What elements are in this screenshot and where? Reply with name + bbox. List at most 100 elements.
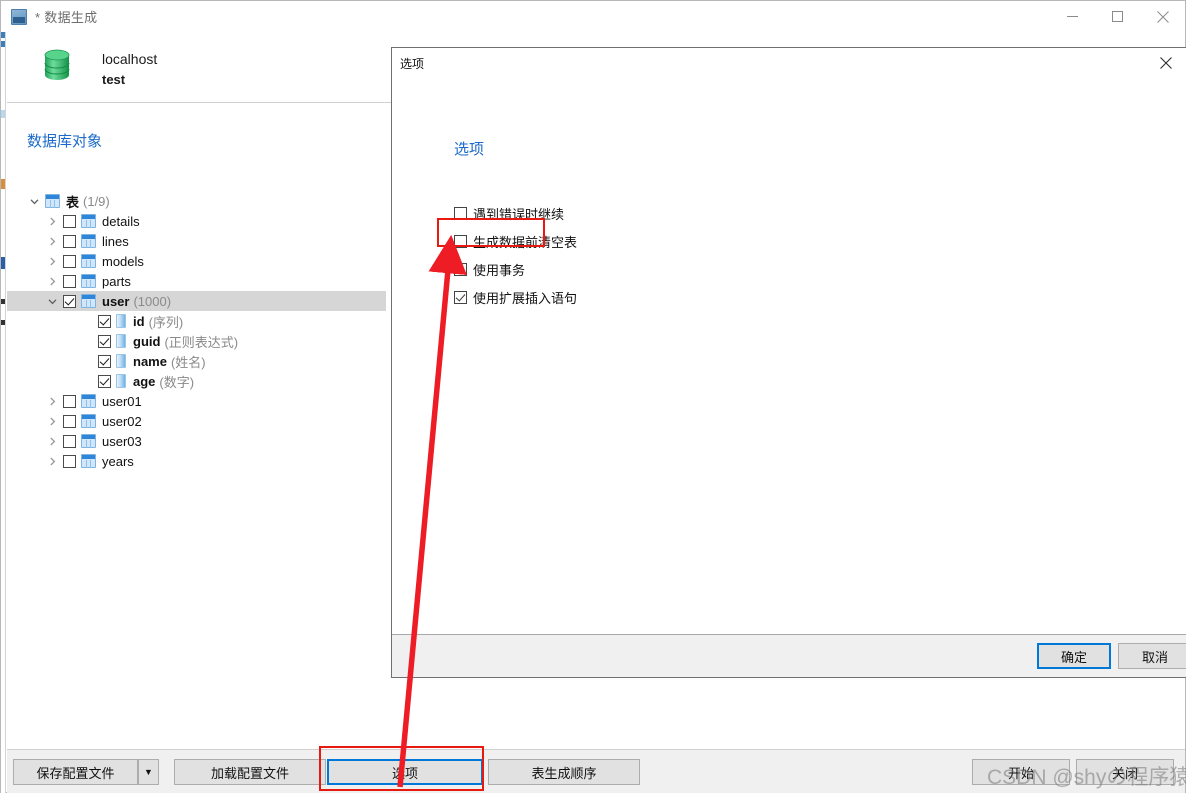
strip-marker-4 [1, 179, 5, 189]
load-profile-button[interactable]: 加载配置文件 [174, 759, 326, 785]
chevron-right-icon[interactable] [45, 214, 59, 228]
minimize-icon[interactable] [1050, 2, 1095, 32]
database-object-tree[interactable]: 表 (1/9) details lines models parts user (1000) i… [7, 191, 386, 471]
chevron-down-icon[interactable] [45, 294, 59, 308]
option-checkbox[interactable] [454, 234, 467, 248]
tree-item[interactable]: user (1000) [7, 291, 386, 311]
option-checkbox[interactable] [454, 290, 467, 304]
chevron-right-icon[interactable] [45, 254, 59, 268]
tree-item-checkbox[interactable] [63, 454, 76, 468]
table-order-button[interactable]: 表生成顺序 [488, 759, 640, 785]
chevron-right-icon[interactable] [45, 454, 59, 468]
chevron-right-icon[interactable] [45, 234, 59, 248]
tree-item[interactable]: name (姓名) [7, 351, 386, 371]
close-button[interactable]: 关闭 [1076, 759, 1174, 785]
bottom-toolbar: 保存配置文件 ▼ 加载配置文件 选项 表生成顺序 开始 关闭 [7, 749, 1185, 793]
options-button[interactable]: 选项 [327, 759, 483, 785]
tree-item-label: models [102, 253, 144, 269]
option-label: 遇到错误时继续 [473, 206, 565, 222]
tree-item[interactable]: user02 [7, 411, 386, 431]
save-profile-button[interactable]: 保存配置文件 [13, 759, 138, 785]
maximize-icon[interactable] [1095, 2, 1140, 32]
tree-item-label: details [102, 213, 140, 229]
option-row[interactable]: 生成数据前清空表 [454, 227, 577, 255]
options-dialog: 选项 选项 遇到错误时继续 生成数据前清空表 使用事务使用扩展插入语句 确定 取消 [391, 47, 1186, 678]
tree-item-meta: (姓名) [170, 354, 206, 370]
tree-item[interactable]: years [7, 451, 386, 471]
tree-item-checkbox[interactable] [63, 394, 76, 408]
column-icon [116, 374, 126, 388]
option-checkbox[interactable] [454, 206, 467, 220]
strip-marker-2 [1, 41, 5, 47]
table-icon [81, 274, 96, 288]
tree-item[interactable]: id (序列) [7, 311, 386, 331]
strip-marker-5 [1, 257, 5, 269]
tree-item-checkbox[interactable] [63, 414, 76, 428]
options-checkbox-list[interactable]: 遇到错误时继续 生成数据前清空表 使用事务使用扩展插入语句 [454, 199, 577, 311]
option-row[interactable]: 使用事务 [454, 255, 577, 283]
tree-item-label: years [102, 453, 134, 469]
tree-item-meta: (数字) [159, 374, 195, 390]
option-label: 使用事务 [473, 262, 526, 278]
tree-item-label: id [133, 313, 145, 329]
data-generation-window: * 数据生成 localhost test 数据库对象 表 (1/9) deta… [0, 0, 1186, 793]
option-row[interactable]: 遇到错误时继续 [454, 199, 577, 227]
tree-item-label: user [102, 293, 130, 309]
table-icon [81, 294, 96, 308]
tree-item[interactable]: age (数字) [7, 371, 386, 391]
tree-item-checkbox[interactable] [63, 254, 76, 268]
dialog-heading: 选项 [454, 141, 485, 158]
table-icon [81, 254, 96, 268]
chevron-right-icon[interactable] [45, 394, 59, 408]
close-icon[interactable] [1140, 2, 1185, 32]
tree-item[interactable]: details [7, 211, 386, 231]
tree-item-checkbox[interactable] [98, 374, 111, 388]
tree-item-label: user03 [102, 433, 142, 449]
tree-item-checkbox[interactable] [63, 234, 76, 248]
tree-item[interactable]: guid (正则表达式) [7, 331, 386, 351]
tree-item-label: user01 [102, 393, 142, 409]
table-group-icon [45, 194, 60, 208]
tree-item[interactable]: lines [7, 231, 386, 251]
dialog-titlebar: 选项 [392, 48, 1186, 79]
tree-item-checkbox[interactable] [98, 314, 111, 328]
start-button[interactable]: 开始 [972, 759, 1070, 785]
left-edge-strip [1, 32, 6, 793]
tree-item-meta: (1000) [133, 293, 172, 309]
connection-host: localhost [102, 51, 158, 67]
strip-marker-7 [1, 320, 5, 325]
tree-item-checkbox[interactable] [98, 354, 111, 368]
tree-item[interactable]: user01 [7, 391, 386, 411]
dialog-ok-button[interactable]: 确定 [1037, 643, 1111, 669]
tree-item[interactable]: 表 (1/9) [7, 191, 386, 211]
tree-item-checkbox[interactable] [63, 274, 76, 288]
tree-item-label: parts [102, 273, 131, 289]
option-label: 生成数据前清空表 [473, 234, 578, 250]
tree-item[interactable]: parts [7, 271, 386, 291]
chevron-right-icon[interactable] [45, 434, 59, 448]
column-icon [116, 354, 126, 368]
chevron-down-icon[interactable] [27, 194, 41, 208]
tree-item-checkbox[interactable] [63, 294, 76, 308]
table-icon [81, 454, 96, 468]
tree-item-meta: (正则表达式) [164, 334, 239, 350]
option-row[interactable]: 使用扩展插入语句 [454, 283, 577, 311]
chevron-right-icon[interactable] [45, 274, 59, 288]
tree-item-checkbox[interactable] [63, 434, 76, 448]
chevron-right-icon[interactable] [45, 414, 59, 428]
tree-item[interactable]: user03 [7, 431, 386, 451]
save-profile-dropdown-icon[interactable]: ▼ [138, 759, 159, 785]
window-titlebar: * 数据生成 [1, 1, 1185, 32]
tree-item-checkbox[interactable] [63, 214, 76, 228]
table-icon [81, 214, 96, 228]
dialog-close-icon[interactable] [1154, 52, 1178, 74]
tree-item-checkbox[interactable] [98, 334, 111, 348]
tree-item-label: name [133, 353, 167, 369]
tree-item[interactable]: models [7, 251, 386, 271]
table-icon [81, 414, 96, 428]
strip-marker-3 [1, 110, 5, 118]
objects-panel-title: 数据库对象 [27, 133, 103, 150]
tree-item-label: age [133, 373, 156, 389]
option-checkbox[interactable] [454, 262, 467, 276]
dialog-cancel-button[interactable]: 取消 [1118, 643, 1186, 669]
